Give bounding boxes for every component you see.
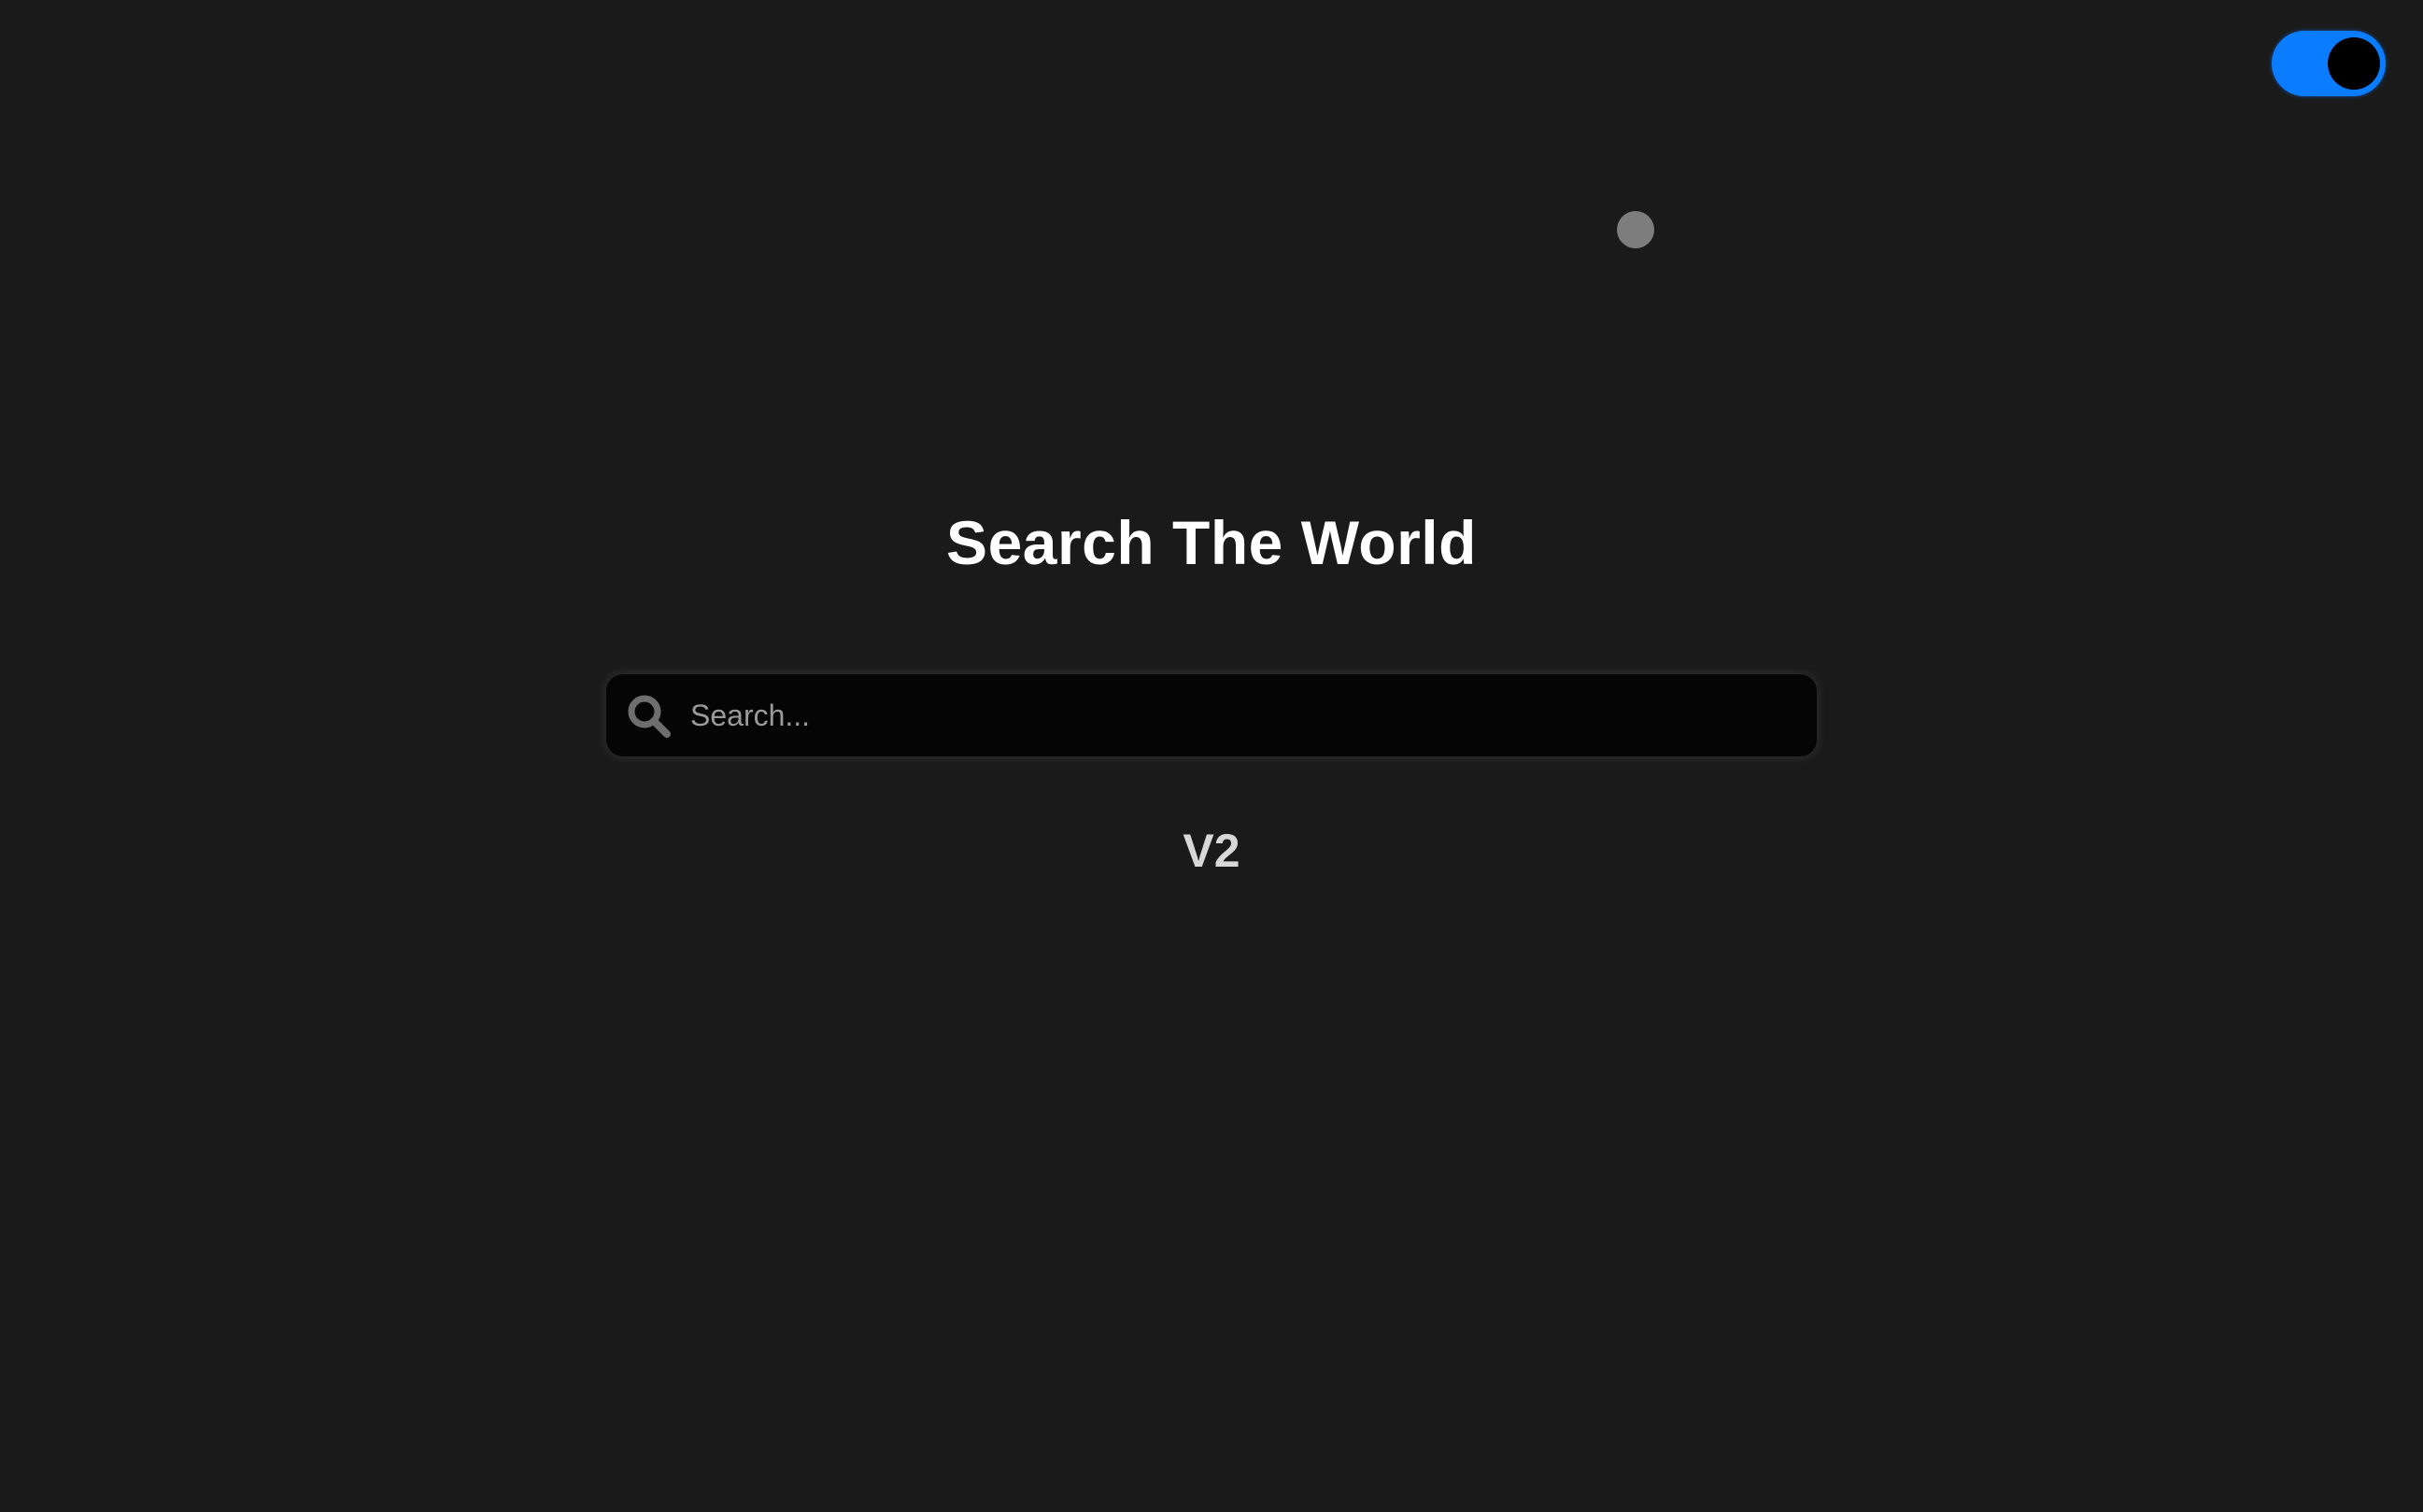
theme-toggle[interactable] bbox=[2272, 31, 2386, 96]
page: Search The World V2 bbox=[0, 0, 2423, 1512]
search-input[interactable] bbox=[681, 674, 1798, 756]
cursor-dot bbox=[1617, 211, 1654, 248]
search-bar[interactable] bbox=[606, 674, 1817, 756]
search-icon bbox=[625, 692, 673, 741]
toggle-knob bbox=[2328, 37, 2380, 90]
version-label: V2 bbox=[1183, 825, 1240, 877]
page-title: Search The World bbox=[946, 508, 1477, 577]
